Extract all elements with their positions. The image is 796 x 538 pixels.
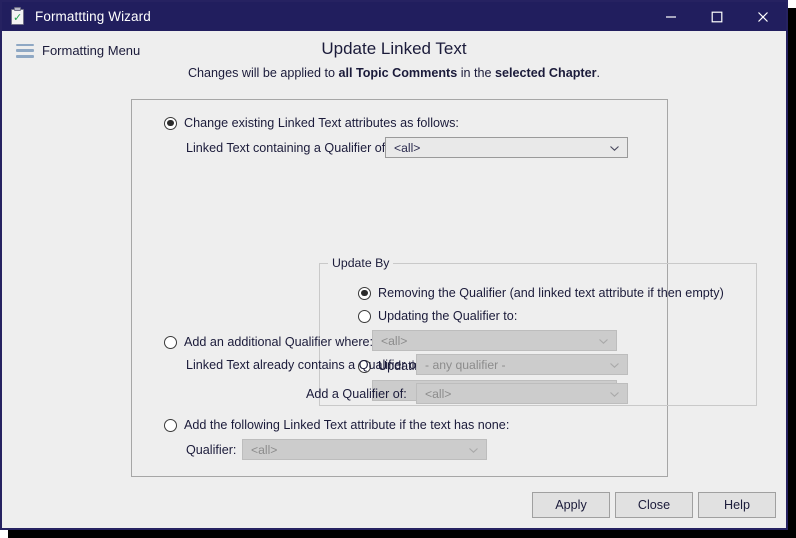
clipboard-check-icon: ✓ bbox=[10, 6, 26, 25]
combo-updating-qualifier-value: <all> bbox=[381, 333, 408, 348]
radio-add-if-none[interactable]: Add the following Linked Text attribute … bbox=[164, 418, 509, 432]
close-button[interactable]: Close bbox=[615, 492, 693, 518]
group-update-by-title: Update By bbox=[328, 256, 394, 270]
label-qualifier-none: Qualifier: bbox=[186, 443, 236, 457]
label-qualifier-none-text: Qualifier: bbox=[186, 443, 237, 457]
radio-change-existing-label: Change existing Linked Text attributes a… bbox=[184, 116, 459, 130]
window-controls bbox=[648, 2, 786, 31]
combo-updating-qualifier[interactable]: <all> bbox=[372, 330, 617, 351]
combo-qualifier-none-value: <all> bbox=[251, 442, 278, 457]
subtitle-part-2: in the bbox=[457, 66, 496, 80]
window-title: Formattting Wizard bbox=[35, 9, 151, 24]
label-already-contains-text: Linked Text already contains a Qualifier… bbox=[186, 358, 424, 372]
subtitle-bold-2: selected Chapter bbox=[495, 66, 597, 80]
label-qualifier-containing: Linked Text containing a Qualifier of: bbox=[186, 141, 389, 155]
apply-button[interactable]: Apply bbox=[532, 492, 610, 518]
radio-updating-qualifier-label: Updating the Qualifier to: bbox=[378, 309, 518, 323]
label-already-contains: Linked Text already contains a Qualifier… bbox=[186, 358, 423, 372]
title-bar: ✓ Formattting Wizard bbox=[2, 2, 786, 31]
combo-already-contains-value: - any qualifier - bbox=[425, 357, 506, 372]
radio-change-existing[interactable]: Change existing Linked Text attributes a… bbox=[164, 116, 459, 130]
options-panel: Change existing Linked Text attributes a… bbox=[131, 99, 757, 477]
close-icon[interactable] bbox=[740, 2, 786, 31]
combo-already-contains[interactable]: - any qualifier - bbox=[416, 354, 628, 375]
combo-qualifier-none[interactable]: <all> bbox=[242, 439, 487, 460]
radio-add-additional-indicator bbox=[164, 335, 177, 349]
page-header: Formatting Menu Update Linked Text Chang… bbox=[2, 31, 786, 93]
minimize-icon[interactable] bbox=[648, 2, 694, 31]
label-add-qualifier-text: Add a Qualifier of: bbox=[306, 387, 407, 401]
radio-updating-qualifier[interactable]: Updating the Qualifier to: bbox=[358, 309, 517, 323]
radio-removing-qualifier[interactable]: Removing the Qualifier (and linked text … bbox=[358, 286, 724, 300]
radio-change-existing-indicator bbox=[164, 116, 177, 130]
radio-add-additional[interactable]: Add an additional Qualifier where: bbox=[164, 335, 373, 349]
chevron-down-icon bbox=[610, 145, 619, 151]
help-button[interactable]: Help bbox=[698, 492, 776, 518]
combo-qualifier-containing[interactable]: <all> bbox=[385, 137, 628, 158]
radio-add-if-none-indicator bbox=[164, 418, 177, 432]
combo-add-qualifier[interactable]: <all> bbox=[416, 383, 628, 404]
page-title: Update Linked Text bbox=[321, 39, 467, 58]
page-subtitle: Changes will be applied to all Topic Com… bbox=[2, 66, 786, 80]
chevron-down-icon bbox=[610, 391, 619, 397]
chevron-down-icon bbox=[610, 362, 619, 368]
radio-removing-qualifier-label: Removing the Qualifier (and linked text … bbox=[378, 286, 724, 300]
chevron-down-icon bbox=[599, 338, 608, 344]
subtitle-part-1: Changes will be applied to bbox=[187, 66, 339, 80]
combo-qualifier-containing-value: <all> bbox=[394, 140, 421, 155]
maximize-icon[interactable] bbox=[694, 2, 740, 31]
radio-updating-qualifier-indicator bbox=[358, 309, 371, 323]
radio-add-if-none-label: Add the following Linked Text attribute … bbox=[184, 418, 510, 432]
radio-removing-qualifier-indicator bbox=[358, 286, 371, 300]
radio-add-additional-label: Add an additional Qualifier where: bbox=[184, 335, 374, 349]
subtitle-part-3: . bbox=[596, 66, 601, 80]
chevron-down-icon bbox=[469, 447, 478, 453]
combo-add-qualifier-value: <all> bbox=[425, 386, 452, 401]
app-window: ✓ Formattting Wizard Formatting Menu Upd… bbox=[0, 0, 788, 530]
label-add-qualifier: Add a Qualifier of: bbox=[306, 387, 407, 401]
subtitle-bold-1: all Topic Comments bbox=[338, 66, 458, 80]
label-qualifier-containing-text: Linked Text containing a Qualifier of: bbox=[186, 141, 389, 155]
